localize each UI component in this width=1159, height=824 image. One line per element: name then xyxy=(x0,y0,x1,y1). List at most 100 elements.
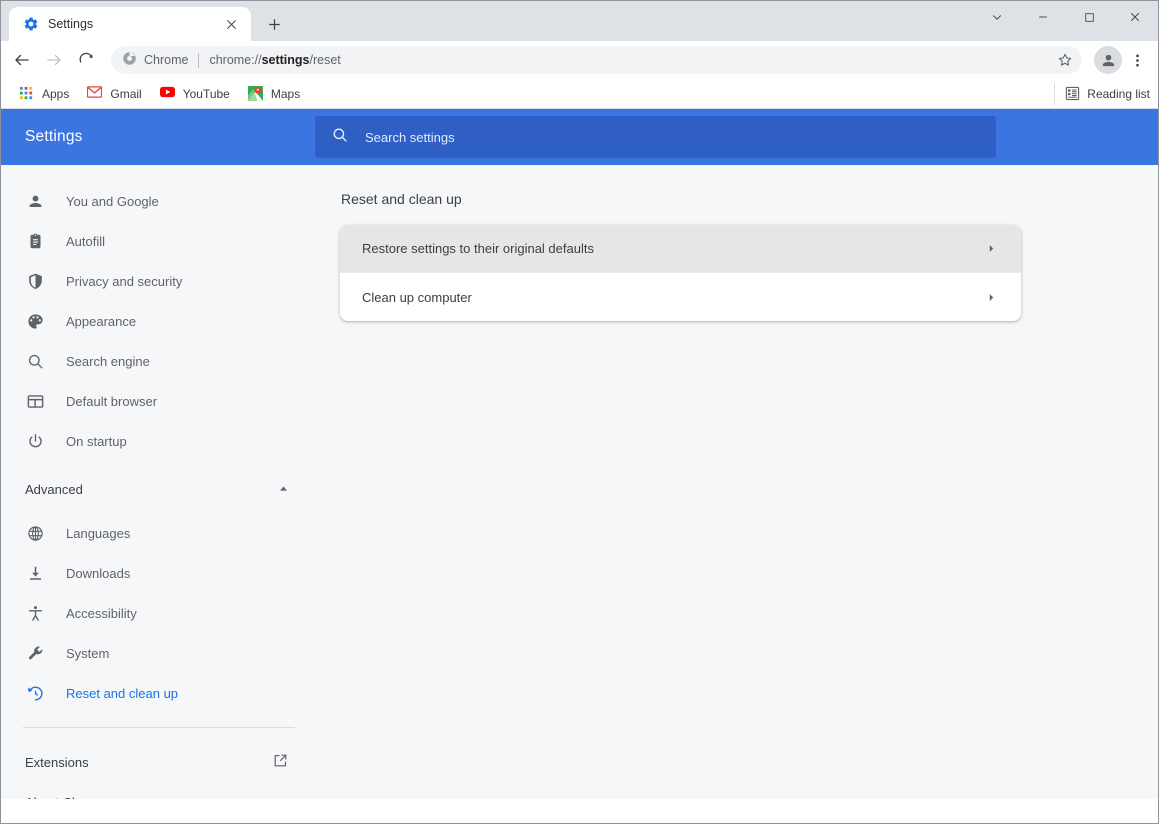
sidebar-item-label: Extensions xyxy=(25,755,272,770)
row-clean-up-computer[interactable]: Clean up computer xyxy=(340,273,1021,321)
settings-header: Settings xyxy=(1,109,1158,165)
search-input[interactable] xyxy=(365,130,980,145)
search-icon xyxy=(25,351,45,371)
settings-content: Reset and clean up Restore settings to t… xyxy=(315,165,1158,799)
clipboard-icon xyxy=(25,231,45,251)
site-chip-label: Chrome xyxy=(144,53,188,67)
new-tab-button[interactable] xyxy=(259,9,289,39)
row-label: Clean up computer xyxy=(362,290,983,305)
omnibox-divider xyxy=(198,53,199,68)
sidebar-item-label: On startup xyxy=(66,434,127,449)
sidebar-item-search-engine[interactable]: Search engine xyxy=(1,341,315,381)
url-path: /reset xyxy=(310,53,341,67)
sidebar-item-label: Privacy and security xyxy=(66,274,182,289)
minimize-icon[interactable] xyxy=(1020,1,1066,33)
sidebar-item-label: Downloads xyxy=(66,566,130,581)
sidebar-item-default-browser[interactable]: Default browser xyxy=(1,381,315,421)
profile-avatar-icon[interactable] xyxy=(1094,46,1122,74)
bookmark-gmail[interactable]: Gmail xyxy=(79,82,149,106)
sidebar-item-appearance[interactable]: Appearance xyxy=(1,301,315,341)
tab-settings[interactable]: Settings xyxy=(9,7,251,41)
tab-strip: Settings xyxy=(1,1,1158,41)
sidebar-advanced-toggle[interactable]: Advanced xyxy=(1,469,315,509)
sidebar-item-you-and-google[interactable]: You and Google xyxy=(1,181,315,221)
tab-title: Settings xyxy=(48,17,212,31)
bookmarks-bar: Apps Gmail YouTube xyxy=(1,79,1158,109)
chevron-right-icon xyxy=(983,241,999,257)
sidebar-item-label: About Chrome xyxy=(25,795,289,800)
close-icon[interactable] xyxy=(1112,1,1158,33)
bookmark-youtube[interactable]: YouTube xyxy=(152,82,238,106)
gmail-icon xyxy=(87,86,103,102)
reading-list-button[interactable]: Reading list xyxy=(1054,83,1150,105)
url-text: chrome://settings/reset xyxy=(209,53,1044,67)
sidebar-item-label: Accessibility xyxy=(66,606,137,621)
bookmark-label: YouTube xyxy=(183,87,230,101)
bookmark-label: Gmail xyxy=(110,87,141,101)
palette-icon xyxy=(25,311,45,331)
sidebar-advanced-items: Languages Downloads xyxy=(1,509,315,713)
bookmark-star-icon[interactable] xyxy=(1052,47,1078,73)
three-dot-menu-icon[interactable] xyxy=(1124,45,1150,75)
sidebar-item-downloads[interactable]: Downloads xyxy=(1,553,315,593)
url-prefix: chrome:// xyxy=(209,53,261,67)
accessibility-icon xyxy=(25,603,45,623)
page-title: Reset and clean up xyxy=(340,191,1158,207)
search-icon xyxy=(331,126,349,149)
sidebar-item-label: Default browser xyxy=(66,394,157,409)
sidebar-item-label: Languages xyxy=(66,526,130,541)
settings-body: You and Google Autofill Privacy and secu… xyxy=(1,165,1158,799)
chevron-down-icon[interactable] xyxy=(974,1,1020,33)
chrome-logo-icon xyxy=(122,51,137,69)
window-controls xyxy=(974,1,1158,33)
settings-search-box[interactable] xyxy=(315,116,996,158)
bookmark-label: Maps xyxy=(271,87,300,101)
power-icon xyxy=(25,431,45,451)
reading-list-icon xyxy=(1065,86,1081,102)
site-chip: Chrome xyxy=(122,51,188,69)
sidebar-item-accessibility[interactable]: Accessibility xyxy=(1,593,315,633)
sidebar-item-system[interactable]: System xyxy=(1,633,315,673)
row-restore-settings[interactable]: Restore settings to their original defau… xyxy=(340,225,1021,273)
settings-page: Settings You and Google xyxy=(1,109,1158,799)
person-icon xyxy=(25,191,45,211)
chevron-right-icon xyxy=(983,289,999,305)
bookmark-maps[interactable]: Maps xyxy=(240,82,308,106)
sidebar-item-label: Search engine xyxy=(66,354,150,369)
youtube-icon xyxy=(160,86,176,102)
reset-options-card: Restore settings to their original defau… xyxy=(340,225,1021,321)
settings-brand-title: Settings xyxy=(1,128,315,146)
address-bar[interactable]: Chrome chrome://settings/reset xyxy=(111,46,1082,74)
forward-arrow-icon xyxy=(39,45,69,75)
bookmark-label: Apps xyxy=(42,87,69,101)
browser-window-icon xyxy=(25,391,45,411)
sidebar-item-label: System xyxy=(66,646,109,661)
sidebar-item-privacy-and-security[interactable]: Privacy and security xyxy=(1,261,315,301)
reload-icon[interactable] xyxy=(71,45,101,75)
sidebar-item-label: You and Google xyxy=(66,194,159,209)
sidebar-item-extensions[interactable]: Extensions xyxy=(1,742,315,782)
row-label: Restore settings to their original defau… xyxy=(362,241,983,256)
sidebar-item-autofill[interactable]: Autofill xyxy=(1,221,315,261)
settings-sidebar: You and Google Autofill Privacy and secu… xyxy=(1,165,315,799)
browser-toolbar: Chrome chrome://settings/reset xyxy=(1,41,1158,79)
bookmark-apps[interactable]: Apps xyxy=(11,82,77,106)
sidebar-item-languages[interactable]: Languages xyxy=(1,513,315,553)
chevron-up-icon xyxy=(278,482,289,497)
shield-icon xyxy=(25,271,45,291)
maximize-icon[interactable] xyxy=(1066,1,1112,33)
back-arrow-icon[interactable] xyxy=(7,45,37,75)
sidebar-item-label: Autofill xyxy=(66,234,105,249)
sidebar-item-reset-and-clean-up[interactable]: Reset and clean up xyxy=(1,673,315,713)
sidebar-item-label: Reset and clean up xyxy=(66,686,178,701)
browser-window: Settings xyxy=(0,0,1159,824)
apps-grid-icon xyxy=(19,86,35,102)
sidebar-item-on-startup[interactable]: On startup xyxy=(1,421,315,461)
download-icon xyxy=(25,563,45,583)
sidebar-advanced-label: Advanced xyxy=(25,482,278,497)
sidebar-item-about-chrome[interactable]: About Chrome xyxy=(1,782,315,799)
close-icon[interactable] xyxy=(221,14,241,34)
google-maps-icon xyxy=(248,86,264,102)
external-link-icon xyxy=(272,752,289,772)
sidebar-item-label: Appearance xyxy=(66,314,136,329)
